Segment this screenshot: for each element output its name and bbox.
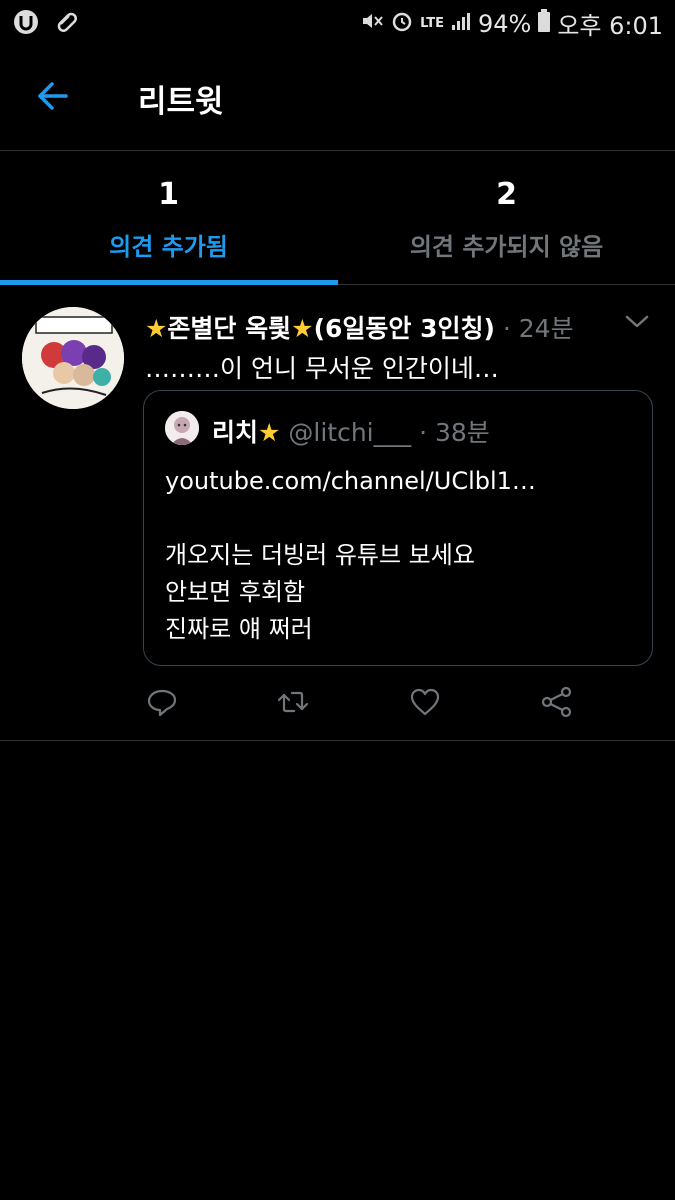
app-u-icon: [12, 8, 40, 40]
tab-with-comments[interactable]: 1 의견 추가됨: [0, 151, 337, 284]
quoted-line: 개오지는 더빙러 유튜브 보세요: [165, 541, 475, 569]
chevron-down-icon: [625, 315, 649, 328]
reply-icon: [147, 689, 177, 717]
tweet-header: ★존별단 옥릧★(6일동안 3인칭) · 24분: [145, 309, 574, 345]
app-header: 리트윗: [0, 46, 675, 151]
share-button[interactable]: [540, 685, 574, 719]
heart-icon: [410, 688, 440, 716]
retweet-button[interactable]: [276, 685, 310, 719]
signal-icon: [450, 10, 472, 38]
tab-bar: 1 의견 추가됨 2 의견 추가되지 않음: [0, 151, 675, 285]
tweet-menu-button[interactable]: [622, 307, 652, 337]
tab-without-comments[interactable]: 2 의견 추가되지 않음: [338, 151, 675, 284]
mute-icon: [360, 9, 384, 39]
back-button[interactable]: [32, 76, 72, 116]
display-name[interactable]: 존별단 옥릧: [167, 314, 291, 343]
share-icon: [541, 686, 572, 718]
quoted-line: 진짜로 얘 쩌러: [165, 615, 313, 643]
display-name-extra: (6일동안 3인칭): [313, 314, 495, 343]
name-star-suffix: ★: [291, 314, 314, 343]
quoted-display-name: 리치: [212, 418, 259, 447]
quoted-link[interactable]: youtube.com/channel/UClbl1…: [165, 463, 536, 500]
battery-percent: 94%: [477, 9, 532, 38]
tweet-text: ………이 언니 무서운 인간이네…: [145, 354, 499, 383]
quoted-tweet[interactable]: 리치★ @litchi___ · 38분 youtube.com/channel…: [143, 390, 653, 666]
quoted-line: 안보면 후회함: [165, 578, 306, 606]
retweet-icon: [277, 691, 309, 713]
quoted-header: 리치★ @litchi___ · 38분: [212, 413, 490, 449]
battery-icon: [537, 8, 551, 39]
tweet[interactable]: ★존별단 옥릧★(6일동안 3인칭) · 24분 ………이 언니 무서운 인간이…: [0, 285, 675, 741]
avatar[interactable]: [22, 307, 124, 409]
quoted-handle: @litchi___: [288, 418, 412, 447]
quoted-name-star: ★: [258, 418, 281, 447]
like-button[interactable]: [408, 685, 442, 719]
reply-button[interactable]: [145, 685, 179, 719]
page-title: 리트윗: [138, 84, 224, 120]
alarm-icon: [390, 9, 414, 39]
quoted-body: youtube.com/channel/UClbl1… 개오지는 더빙러 유튜브…: [165, 463, 536, 648]
tweet-time: · 24분: [502, 314, 574, 343]
quoted-time: · 38분: [419, 418, 490, 447]
network-type: LTE: [420, 16, 444, 31]
tab-count: 1: [158, 177, 179, 212]
quoted-avatar: [165, 411, 199, 445]
tweet-actions: [145, 685, 605, 725]
arrow-left-icon: [38, 82, 68, 110]
status-bar: LTE 94% 오후 6:01: [0, 0, 675, 46]
tab-label: 의견 추가되지 않음: [409, 233, 604, 261]
name-star-prefix: ★: [145, 314, 168, 343]
pill-icon: [54, 9, 80, 39]
tab-label: 의견 추가됨: [109, 233, 228, 261]
tab-count: 2: [496, 177, 517, 212]
clock: 오후 6:01: [557, 12, 663, 40]
